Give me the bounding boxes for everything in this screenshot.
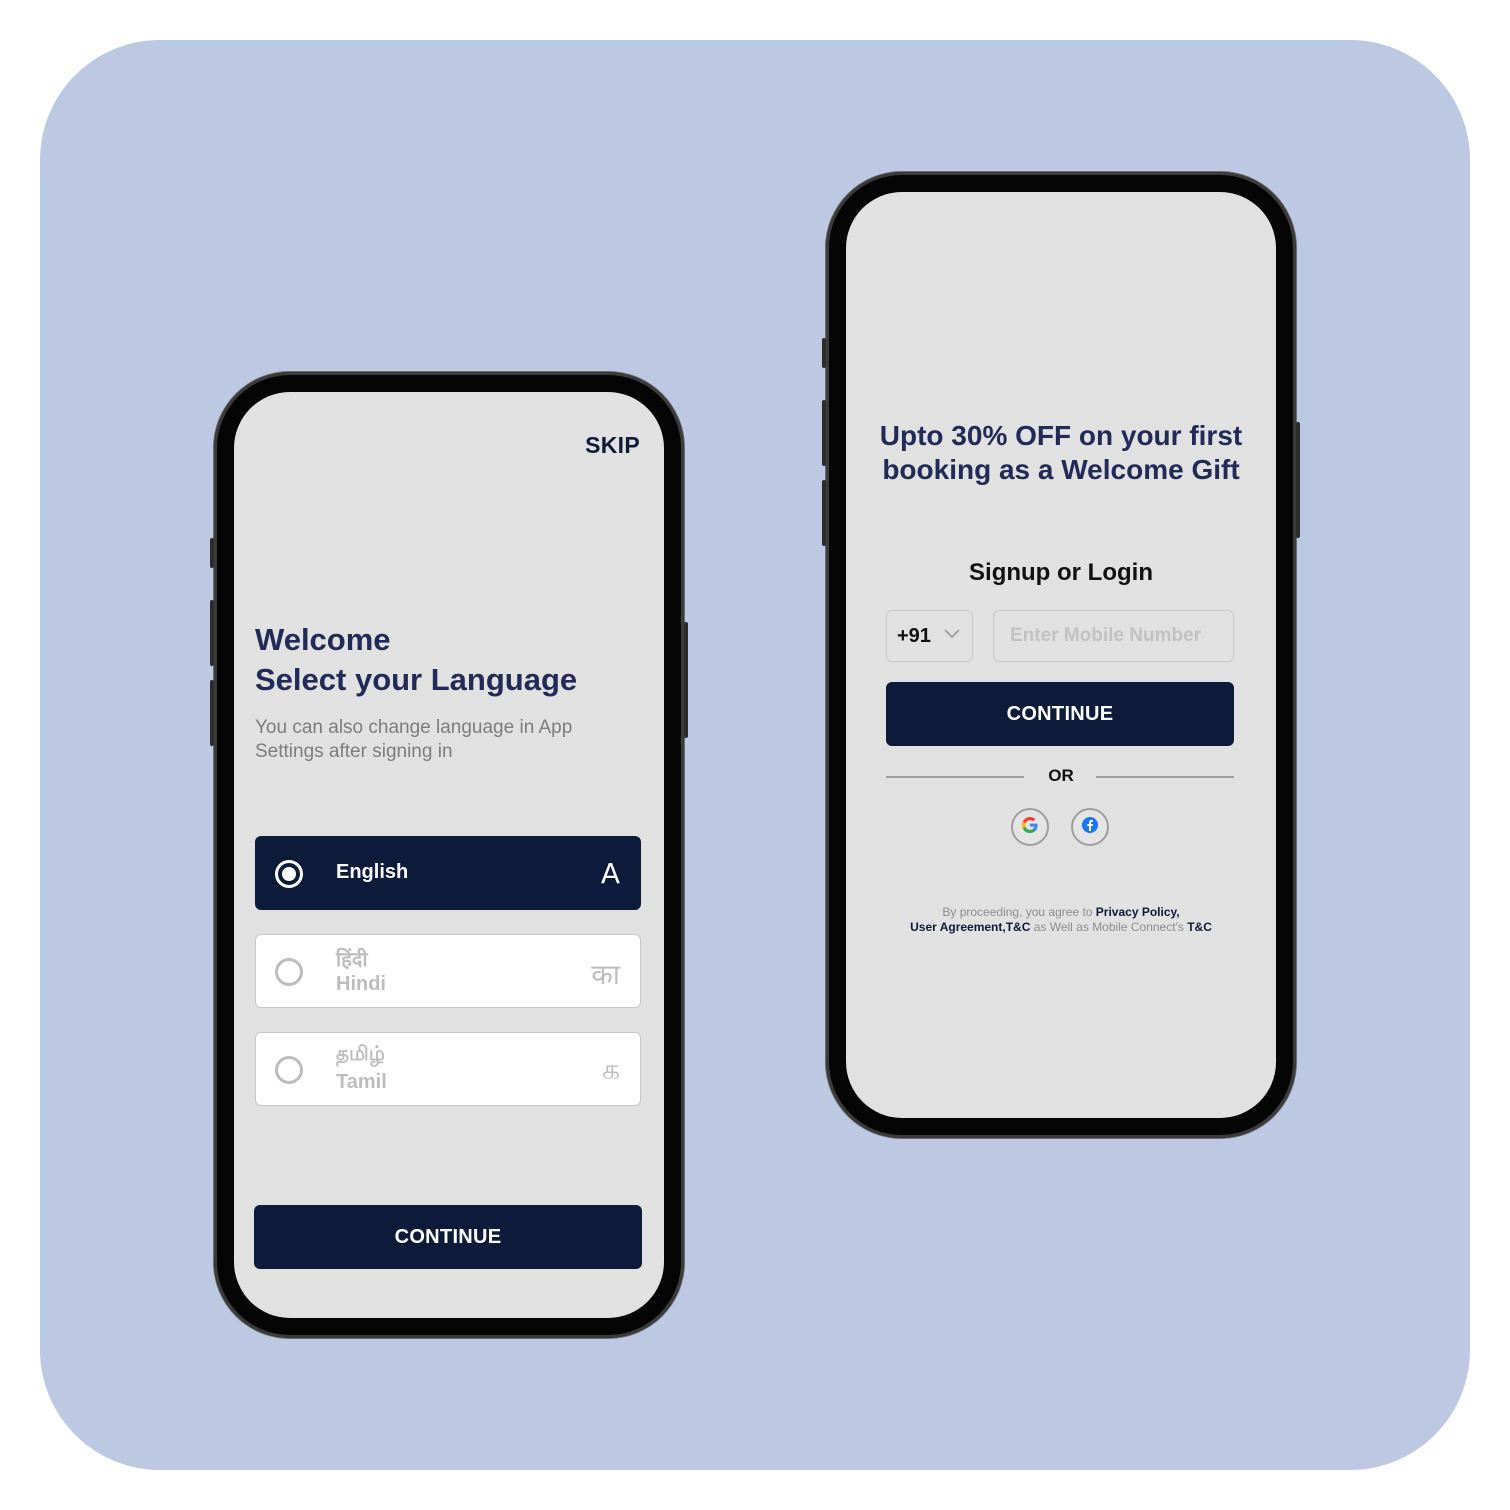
- continue-button[interactable]: CONTINUE: [254, 1205, 642, 1269]
- terms-middle: as Well as Mobile Connect's: [1030, 920, 1188, 934]
- volume-down-button: [822, 480, 826, 546]
- signup-title: Signup or Login: [969, 559, 1153, 586]
- mute-switch: [210, 538, 214, 568]
- language-glyph: का: [591, 958, 620, 991]
- volume-up-button: [822, 400, 826, 466]
- google-login-button[interactable]: [1011, 808, 1049, 846]
- mobile-number-input[interactable]: [993, 610, 1234, 662]
- radio-button[interactable]: [275, 860, 303, 888]
- language-screen: SKIP Welcome Select your Language You ca…: [234, 392, 664, 1318]
- login-screen: Upto 30% OFF on your first booking as a …: [846, 192, 1276, 1118]
- promo-banner-text: Upto 30% OFF on your first booking as a …: [879, 420, 1243, 485]
- language-glyph: க: [602, 1053, 620, 1086]
- language-name: Hindi: [336, 973, 386, 995]
- privacy-policy-link[interactable]: Privacy Policy,: [1096, 905, 1180, 919]
- page-title: Welcome Select your Language: [255, 622, 578, 697]
- language-option-english[interactable]: English A: [255, 836, 641, 910]
- terms-text: By proceeding, you agree to Privacy Poli…: [846, 905, 1276, 935]
- phone-language-select: SKIP Welcome Select your Language You ca…: [210, 372, 688, 1338]
- user-agreement-link[interactable]: User Agreement,T&C: [910, 920, 1030, 934]
- chevron-down-icon: [944, 626, 960, 642]
- mute-switch: [822, 338, 826, 368]
- power-button: [684, 622, 688, 738]
- language-option-hindi[interactable]: हिंदी Hindi का: [255, 934, 641, 1008]
- page-subtitle: You can also change language in App Sett…: [255, 717, 573, 762]
- country-code-select[interactable]: +91: [886, 610, 973, 662]
- radio-button[interactable]: [275, 1056, 303, 1084]
- divider-right: [1096, 776, 1234, 778]
- volume-up-button: [210, 600, 214, 666]
- facebook-icon: [1081, 816, 1099, 839]
- language-glyph: A: [600, 857, 620, 890]
- skip-button[interactable]: SKIP: [585, 432, 640, 459]
- language-option-tamil[interactable]: தமிழ் Tamil க: [255, 1032, 641, 1106]
- volume-down-button: [210, 680, 214, 746]
- language-name: English: [336, 861, 409, 883]
- google-icon: [1020, 815, 1040, 840]
- radio-button[interactable]: [275, 958, 303, 986]
- language-name: Tamil: [336, 1071, 387, 1093]
- country-code-value: +91: [897, 625, 931, 647]
- power-button: [1296, 422, 1300, 538]
- language-native-name: தமிழ்: [336, 1043, 385, 1065]
- language-native-name: हिंदी: [336, 949, 368, 971]
- mobile-connect-tc-link[interactable]: T&C: [1187, 920, 1212, 934]
- facebook-login-button[interactable]: [1071, 808, 1109, 846]
- terms-prefix: By proceeding, you agree to: [942, 905, 1096, 919]
- phone-login: Upto 30% OFF on your first booking as a …: [822, 172, 1300, 1138]
- continue-button[interactable]: CONTINUE: [886, 682, 1234, 746]
